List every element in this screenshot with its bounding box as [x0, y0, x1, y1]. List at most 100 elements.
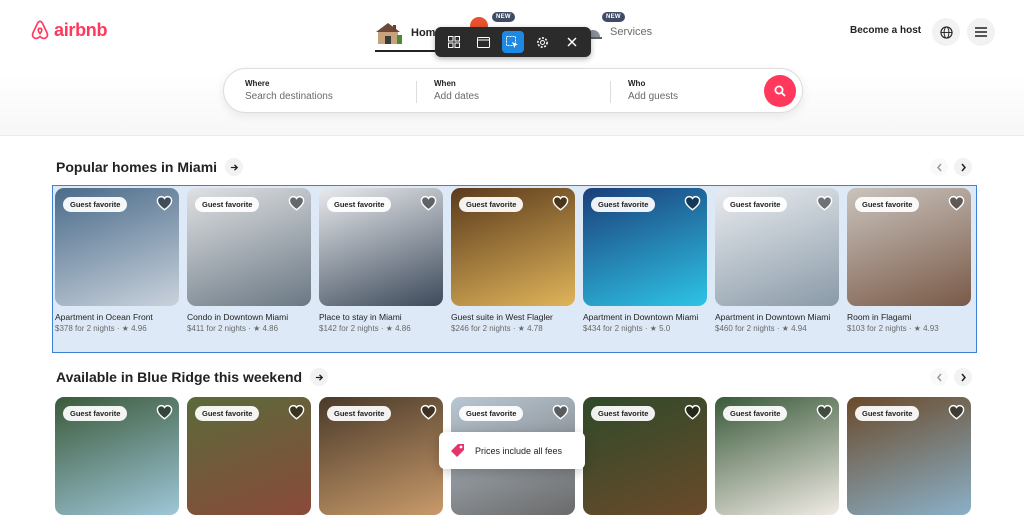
carousel-pager — [930, 368, 972, 386]
when-field[interactable]: When Add dates — [434, 79, 479, 102]
listing-card[interactable]: Guest favorite — [319, 397, 443, 515]
listing-title[interactable]: Place to stay in Miami — [319, 312, 443, 323]
listing-photo[interactable]: Guest favorite — [55, 188, 179, 306]
heart-icon[interactable] — [552, 404, 569, 425]
tooltip-text: Prices include all fees — [475, 445, 563, 456]
section-arrow-button[interactable] — [225, 158, 244, 176]
heart-icon[interactable] — [420, 195, 437, 216]
who-field[interactable]: Who Add guests — [628, 79, 678, 102]
airbnb-logo[interactable]: airbnb — [30, 19, 108, 41]
listing-photo[interactable]: Guest favorite — [715, 188, 839, 306]
when-label: When — [434, 79, 456, 88]
listing-price-rating: $246 for 2 nights · ★ 4.78 — [451, 324, 543, 333]
listing-photo[interactable]: Guest favorite — [319, 397, 443, 515]
heart-icon[interactable] — [156, 195, 173, 216]
listing-price-rating: $378 for 2 nights · ★ 4.96 — [55, 324, 147, 333]
search-divider — [416, 81, 417, 103]
airbnb-homepage: airbnb Homes NEW NEW Services NEW — [0, 0, 1024, 521]
listing-photo[interactable]: Guest favorite — [847, 188, 971, 306]
become-host-link[interactable]: Become a host — [850, 25, 921, 36]
guest-favorite-badge: Guest favorite — [327, 406, 392, 421]
grid-tool-button[interactable] — [443, 31, 465, 53]
heart-icon[interactable] — [156, 404, 173, 425]
previous-button[interactable] — [930, 158, 948, 176]
search-button[interactable] — [764, 75, 796, 107]
listing-photo[interactable]: Guest favorite — [187, 188, 311, 306]
listing-price-rating: $460 for 2 nights · ★ 4.94 — [715, 324, 807, 333]
heart-icon[interactable] — [816, 404, 833, 425]
heart-icon[interactable] — [684, 404, 701, 425]
globe-icon — [939, 25, 953, 39]
guest-favorite-badge: Guest favorite — [723, 197, 788, 212]
listing-title[interactable]: Apartment in Downtown Miami — [583, 312, 707, 323]
listing-card[interactable]: Guest favorite — [583, 397, 707, 515]
guest-favorite-badge: Guest favorite — [195, 406, 260, 421]
listing-card[interactable]: Guest favorite Place to stay in Miami $142… — [319, 188, 443, 333]
heart-icon[interactable] — [948, 404, 965, 425]
heart-icon[interactable] — [948, 195, 965, 216]
listing-title[interactable]: Guest suite in West Flagler — [451, 312, 575, 323]
menu-button[interactable] — [967, 18, 995, 46]
cursor-select-icon — [506, 35, 519, 48]
search-divider — [610, 81, 611, 103]
heart-icon[interactable] — [420, 404, 437, 425]
section-heading[interactable]: Popular homes in Miami — [56, 159, 217, 175]
listing-photo[interactable]: Guest favorite — [451, 188, 575, 306]
listing-photo[interactable]: Guest favorite — [583, 397, 707, 515]
heart-icon[interactable] — [288, 404, 305, 425]
listing-card[interactable]: Guest favorite — [55, 397, 179, 515]
arrow-right-icon — [315, 373, 323, 381]
hamburger-menu-icon — [975, 27, 987, 37]
section-arrow-button[interactable] — [310, 368, 329, 386]
settings-tool-button[interactable] — [532, 31, 554, 53]
guest-favorite-badge: Guest favorite — [459, 406, 524, 421]
listing-carousel-miami: Guest favorite Apartment in Ocean Front $3… — [55, 188, 971, 333]
window-icon — [476, 36, 490, 48]
listing-photo[interactable]: Guest favorite — [187, 397, 311, 515]
listing-card[interactable]: Guest favorite Condo in Downtown Miami $41… — [187, 188, 311, 333]
next-button[interactable] — [954, 158, 972, 176]
listing-photo[interactable]: Guest favorite — [583, 188, 707, 306]
listing-title[interactable]: Room in Flagami — [847, 312, 971, 323]
listing-price-rating: $142 for 2 nights · ★ 4.86 — [319, 324, 411, 333]
listing-photo[interactable]: Guest favorite — [319, 188, 443, 306]
price-tooltip: Prices include all fees — [439, 432, 585, 469]
listing-title[interactable]: Apartment in Ocean Front — [55, 312, 179, 323]
listing-title[interactable]: Condo in Downtown Miami — [187, 312, 311, 323]
listing-card[interactable]: Guest favorite Room in Flagami $103 for 2 … — [847, 188, 971, 333]
previous-button[interactable] — [930, 368, 948, 386]
next-button[interactable] — [954, 368, 972, 386]
listing-photo[interactable]: Guest favorite — [847, 397, 971, 515]
listing-photo[interactable]: Guest favorite — [55, 397, 179, 515]
listing-card[interactable]: Guest favorite Guest suite in West Flagle… — [451, 188, 575, 333]
guest-favorite-badge: Guest favorite — [63, 406, 128, 421]
select-tool-button[interactable] — [501, 31, 524, 53]
listing-photo[interactable]: Guest favorite — [715, 397, 839, 515]
who-placeholder: Add guests — [628, 91, 679, 102]
where-label: Where — [245, 79, 270, 88]
listing-card[interactable]: Guest favorite — [187, 397, 311, 515]
airbnb-logo-icon — [31, 20, 49, 40]
listing-card[interactable]: Guest favorite Apartment in Ocean Front $3… — [55, 188, 179, 333]
heart-icon[interactable] — [552, 195, 569, 216]
where-field[interactable]: Where Search destinations — [245, 79, 333, 102]
listing-card[interactable]: Guest favorite Apartment in Downtown Miam… — [715, 188, 839, 333]
close-tool-button[interactable] — [561, 31, 583, 53]
listing-price-rating: $411 for 2 nights · ★ 4.86 — [187, 324, 279, 333]
window-tool-button[interactable] — [472, 31, 494, 53]
heart-icon[interactable] — [684, 195, 701, 216]
listing-card[interactable]: Guest favorite — [847, 397, 971, 515]
carousel-pager — [930, 158, 972, 176]
listing-title[interactable]: Apartment in Downtown Miami — [715, 312, 839, 323]
guest-favorite-badge: Guest favorite — [327, 197, 392, 212]
heart-icon[interactable] — [816, 195, 833, 216]
listing-card[interactable]: Guest favorite — [715, 397, 839, 515]
listing-card[interactable]: Guest favorite Apartment in Downtown Miam… — [583, 188, 707, 333]
section-heading[interactable]: Available in Blue Ridge this weekend — [56, 369, 302, 385]
chevron-right-icon — [960, 373, 966, 381]
services-new-badge: NEW — [602, 12, 625, 22]
gear-icon — [537, 36, 548, 48]
heart-icon[interactable] — [288, 195, 305, 216]
tab-services[interactable]: Services — [584, 20, 652, 40]
language-button[interactable] — [932, 18, 960, 46]
